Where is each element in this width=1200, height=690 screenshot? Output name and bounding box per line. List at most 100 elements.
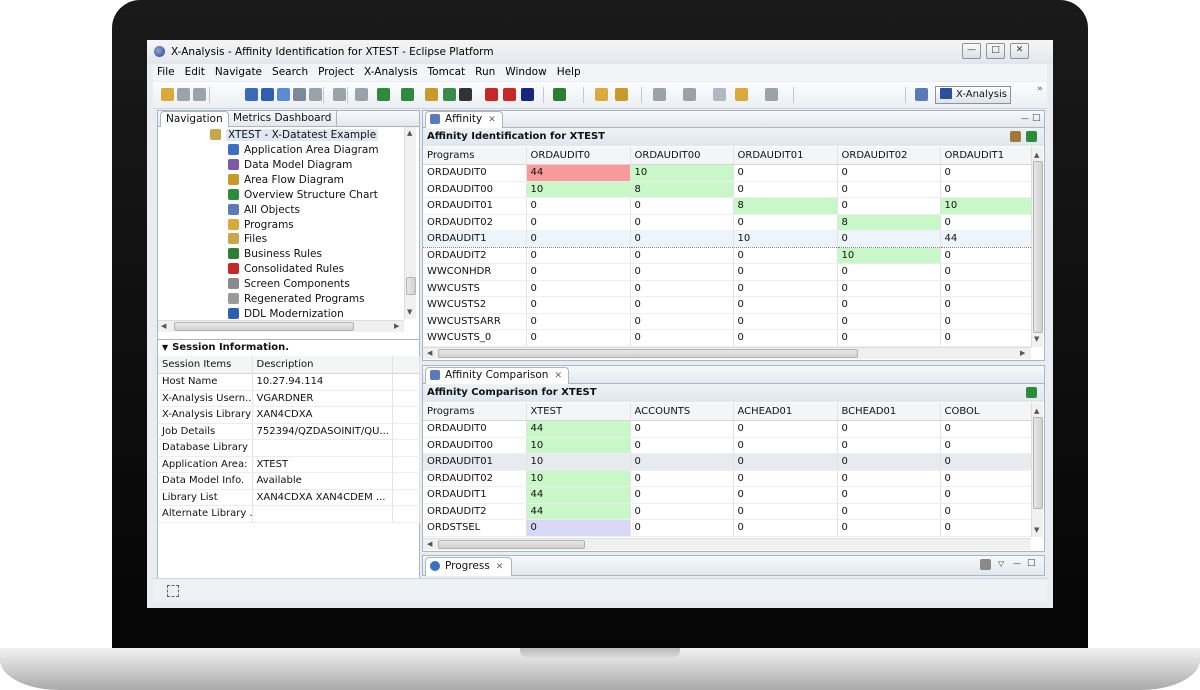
tab-metrics-dashboard[interactable]: Metrics Dashboard [228, 111, 338, 126]
fast-view-icon[interactable] [167, 585, 179, 597]
session-column-header[interactable]: Session Items [158, 356, 253, 374]
wrench-icon[interactable] [1010, 131, 1021, 142]
tree-item[interactable]: Consolidated Rules [228, 262, 344, 277]
tab-affinity[interactable]: Affinity ✕ [425, 111, 503, 128]
menu-tomcat[interactable]: Tomcat [424, 64, 472, 81]
navigation-hscrollbar[interactable]: ◀ ▶ [158, 320, 404, 332]
perspective-button[interactable]: X-Analysis [935, 86, 1011, 104]
minimize-view-icon[interactable]: — [1013, 559, 1021, 568]
table-row[interactable]: Library List XAN4CDXA XAN4CDEM ... [158, 489, 420, 506]
link-icon[interactable] [355, 88, 368, 101]
session-header[interactable]: ▼ Session Information. [162, 342, 289, 353]
tree-root[interactable]: XTEST - X-Datatest Example [210, 128, 379, 143]
back-icon[interactable] [735, 88, 748, 101]
minimize-button[interactable]: — [962, 43, 981, 59]
column-header[interactable]: ACHEAD01 [733, 403, 838, 421]
open-perspective-icon[interactable] [915, 88, 928, 101]
new-icon[interactable] [161, 88, 174, 101]
chart-icon[interactable] [425, 88, 438, 101]
table-row[interactable]: WWCONHDR 0 0 0 0 0 [423, 263, 1032, 281]
tree-item[interactable]: Application Area Diagram [228, 143, 379, 158]
table-row[interactable]: WWCUSTSARR 0 0 0 0 0 [423, 313, 1032, 330]
table-row[interactable]: ORDAUDIT2 44 0 0 0 0 [423, 503, 1032, 520]
table-row[interactable]: WWCUSTS_0 0 0 0 0 0 [423, 329, 1032, 347]
table-row[interactable]: ORDAUDIT02 10 0 0 0 0 [423, 470, 1032, 487]
analyze2-icon[interactable] [503, 88, 516, 101]
table-row[interactable]: Data Model Info. Available [158, 472, 420, 490]
table-row[interactable]: ORDAUDIT00 10 0 0 0 0 [423, 437, 1032, 454]
tree-item[interactable]: Programs [228, 218, 294, 233]
print-icon[interactable] [193, 88, 206, 101]
tools-icon[interactable] [459, 88, 472, 101]
next-annotation-icon[interactable] [653, 88, 666, 101]
network-icon[interactable] [443, 88, 456, 101]
navigation-hscroll-thumb[interactable] [174, 322, 354, 331]
collapse-icon[interactable]: ▼ [162, 343, 168, 352]
prev-annotation-icon[interactable] [683, 88, 696, 101]
navigation-vscrollbar[interactable]: ▲ ▼ [404, 127, 416, 319]
minimize-view-icon[interactable]: — [1021, 114, 1029, 123]
table-row[interactable]: ORDAUDIT01 10 0 0 0 0 [423, 453, 1032, 471]
tree-item[interactable]: Overview Structure Chart [228, 188, 378, 203]
tree-item[interactable]: Regenerated Programs [228, 292, 365, 307]
comparison-hscroll-thumb[interactable] [438, 540, 585, 549]
affinity-vscroll-thumb[interactable] [1033, 161, 1043, 333]
tree-item[interactable]: Files [228, 232, 267, 247]
refresh-icon[interactable] [333, 88, 346, 101]
comparison-vscrollbar[interactable]: ▲ ▼ [1031, 403, 1043, 537]
tree-item[interactable]: Business Rules [228, 247, 322, 262]
tree-item[interactable]: Area Flow Diagram [228, 173, 344, 188]
table-row[interactable]: WWCUSTS 0 0 0 0 0 [423, 280, 1032, 297]
column-header[interactable]: ORDAUDIT00 [630, 147, 734, 165]
table-row[interactable]: X-Analysis Library XAN4CDXA [158, 406, 420, 424]
forward-icon[interactable] [765, 88, 778, 101]
save-icon[interactable] [177, 88, 190, 101]
table-row[interactable]: ORDAUDIT1 44 0 0 0 0 [423, 486, 1032, 504]
table-row[interactable]: ORDAUDIT00 10 8 0 0 0 [423, 181, 1032, 198]
maximize-view-icon[interactable]: □ [1032, 113, 1041, 123]
table-row[interactable]: ORDSTSEL 0 0 0 0 0 [423, 519, 1032, 537]
debug-icon[interactable] [553, 88, 566, 101]
column-header[interactable]: ORDAUDIT0 [526, 147, 631, 165]
info-icon[interactable] [261, 88, 274, 101]
analyze-icon[interactable] [485, 88, 498, 101]
affinity-hscrollbar[interactable]: ◀ ▶ [423, 347, 1031, 359]
tree-item[interactable]: Data Model Diagram [228, 158, 352, 173]
book-icon[interactable] [245, 88, 258, 101]
column-header[interactable]: ORDAUDIT02 [837, 147, 941, 165]
comparison-vscroll-thumb[interactable] [1033, 417, 1043, 509]
column-header[interactable]: ORDAUDIT01 [733, 147, 838, 165]
tab-progress[interactable]: Progress ✕ [425, 557, 513, 576]
table-row[interactable]: ORDAUDIT1 0 0 10 0 44 [423, 230, 1032, 248]
column-header[interactable]: ORDAUDIT1 [940, 147, 1032, 165]
menu-run[interactable]: Run [471, 64, 501, 81]
table-row[interactable]: Database Library [158, 439, 420, 457]
table-row[interactable]: X-Analysis Usern... VGARDNER [158, 390, 420, 407]
close-tab-icon[interactable]: ✕ [496, 562, 504, 572]
table-row[interactable]: Job Details 752394/QZDASOINIT/QU... [158, 423, 420, 440]
column-header[interactable]: XTEST [526, 403, 631, 421]
copy-icon[interactable] [293, 88, 306, 101]
table-row[interactable]: ORDAUDIT2 0 0 0 10 0 [423, 247, 1032, 264]
menu-search[interactable]: Search [268, 64, 314, 81]
table-row[interactable]: ORDAUDIT02 0 0 0 8 0 [423, 214, 1032, 231]
table-row[interactable]: ORDAUDIT0 44 0 0 0 0 [423, 420, 1032, 438]
session-column-header[interactable]: Description [252, 356, 393, 374]
affinity-vscrollbar[interactable]: ▲ ▼ [1031, 147, 1043, 347]
close-tab-icon[interactable]: ✕ [488, 115, 496, 125]
close-button[interactable]: ✕ [1010, 43, 1029, 59]
last-edit-icon[interactable] [713, 88, 726, 101]
column-header[interactable]: BCHEAD01 [837, 403, 941, 421]
maximize-button[interactable]: □ [986, 43, 1005, 59]
menu-help[interactable]: Help [553, 64, 587, 81]
menu-window[interactable]: Window [501, 64, 552, 81]
run-icon[interactable] [401, 88, 414, 101]
tree-item[interactable]: Screen Components [228, 277, 350, 292]
comparison-hscrollbar[interactable]: ◀ [423, 538, 1031, 550]
column-header[interactable]: Programs [423, 147, 527, 165]
table-row[interactable]: Alternate Library ... [158, 505, 420, 523]
menu-project[interactable]: Project [314, 64, 360, 81]
view-menu-icon[interactable]: ▽ [998, 559, 1004, 568]
table-row[interactable]: Application Area: XTEST [158, 456, 420, 473]
maximize-view-icon[interactable]: □ [1027, 558, 1036, 568]
